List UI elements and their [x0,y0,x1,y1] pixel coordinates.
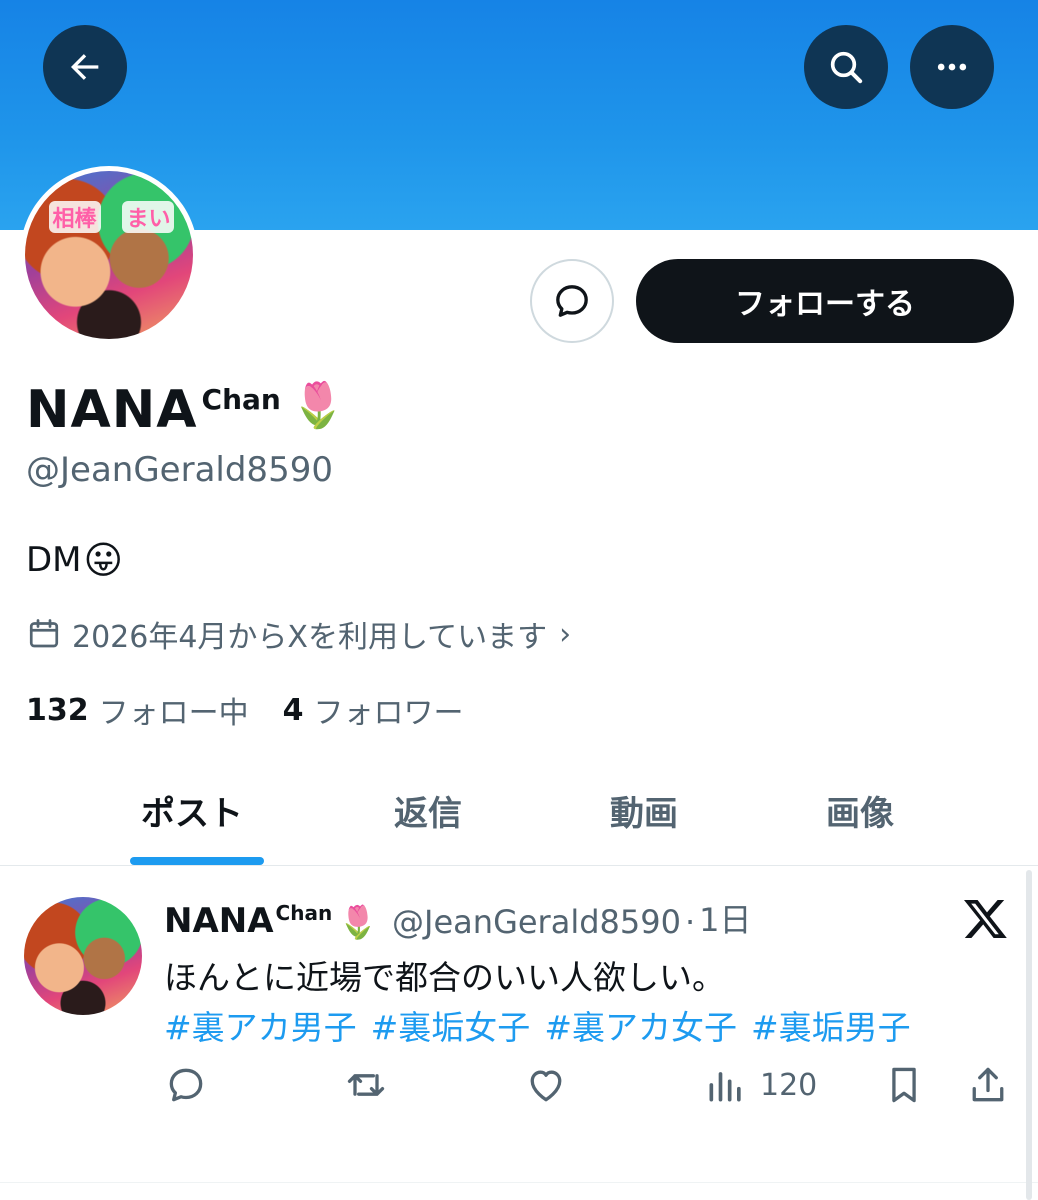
back-button[interactable] [43,25,127,109]
post-divider [0,1182,1038,1183]
more-button[interactable] [910,25,994,109]
chevron-right-icon: › [559,616,572,652]
post-hashtags: #裏アカ男子 #裏垢女子 #裏アカ女子 #裏垢男子 [164,1001,911,1049]
post-item[interactable]: NANA Chan 🌷 @JeanGerald8590 · 1日 ほんとに近場で… [0,867,1038,1187]
hashtag-link[interactable]: #裏垢男子 [751,1001,911,1049]
joined-text: 2026年4月からXを利用しています [72,620,548,655]
avatar-art-tag: 相棒 [48,201,101,234]
post-timestamp[interactable]: 1日 [699,895,751,941]
tulip-emoji: 🌷 [338,903,379,941]
views-button[interactable]: 120 [704,1063,817,1107]
share-icon [972,1067,1004,1102]
search-button[interactable] [804,25,888,109]
repost-icon [347,1074,385,1096]
following-label[interactable]: フォロー中 [99,688,249,732]
avatar-image: 相棒 まい [25,171,193,339]
tongue-emoji: 😛 [83,538,124,582]
display-name-superscript: Chan [201,383,281,416]
hashtag-link[interactable]: #裏アカ女子 [544,1001,737,1049]
display-name-main: NANA [26,380,198,440]
view-count: 120 [760,1067,818,1103]
tab-videos[interactable]: 動画 [610,786,678,835]
post-text: ほんとに近場で都合のいい人欲しい。 [164,958,725,997]
more-horizontal-icon [937,63,967,71]
reply-icon [169,1068,203,1102]
bookmark-button[interactable] [882,1063,926,1107]
post-header: NANA Chan 🌷 @JeanGerald8590 · 1日 [164,893,752,941]
follow-stats: 132 フォロー中 4 フォロワー [26,688,498,732]
repost-button[interactable] [344,1063,388,1107]
post-avatar[interactable] [24,897,142,1015]
bar-chart-icon [709,1072,741,1102]
active-tab-indicator [130,857,264,865]
tab-posts[interactable]: ポスト [141,786,243,835]
display-name: NANA Chan 🌷 [26,372,346,436]
tulip-emoji: 🌷 [290,380,346,431]
message-bubble-icon [556,285,588,317]
avatar-art-tag: まい [122,201,175,234]
separator-dot: · [684,903,696,941]
tab-media[interactable]: 画像 [826,786,894,835]
scrollbar[interactable] [1026,870,1032,1200]
post-author-name[interactable]: NANA [164,901,274,941]
arrow-left-icon [71,54,99,80]
followers-label[interactable]: フォロワー [314,688,464,732]
direct-message-button[interactable] [530,259,614,343]
share-button[interactable] [966,1063,1010,1107]
tab-replies[interactable]: 返信 [394,786,462,835]
post-actions: 120 [0,1063,1038,1113]
post-author-superscript: Chan [275,901,333,925]
follow-button[interactable]: フォローする [636,259,1014,343]
bio-text: DM [26,540,82,580]
profile-avatar[interactable]: 相棒 まい [20,166,198,344]
post-author-handle[interactable]: @JeanGerald8590 [392,903,681,941]
profile-bio: DM 😛 [26,538,123,582]
calendar-icon [29,619,59,648]
followers-count[interactable]: 4 [283,693,304,728]
hashtag-link[interactable]: #裏垢女子 [371,1001,531,1049]
profile-tabs: ポスト 返信 動画 画像 [0,760,1038,866]
hashtag-link[interactable]: #裏アカ男子 [164,1001,357,1049]
search-icon [830,51,863,84]
like-button[interactable] [524,1063,568,1107]
heart-icon [530,1070,562,1102]
joined-date[interactable]: 2026年4月からXを利用しています › [26,612,571,656]
x-logo-icon [964,900,1007,938]
bookmark-icon [892,1067,916,1103]
reply-button[interactable] [164,1063,208,1107]
following-count[interactable]: 132 [26,693,89,728]
profile-handle: @JeanGerald8590 [26,450,333,490]
